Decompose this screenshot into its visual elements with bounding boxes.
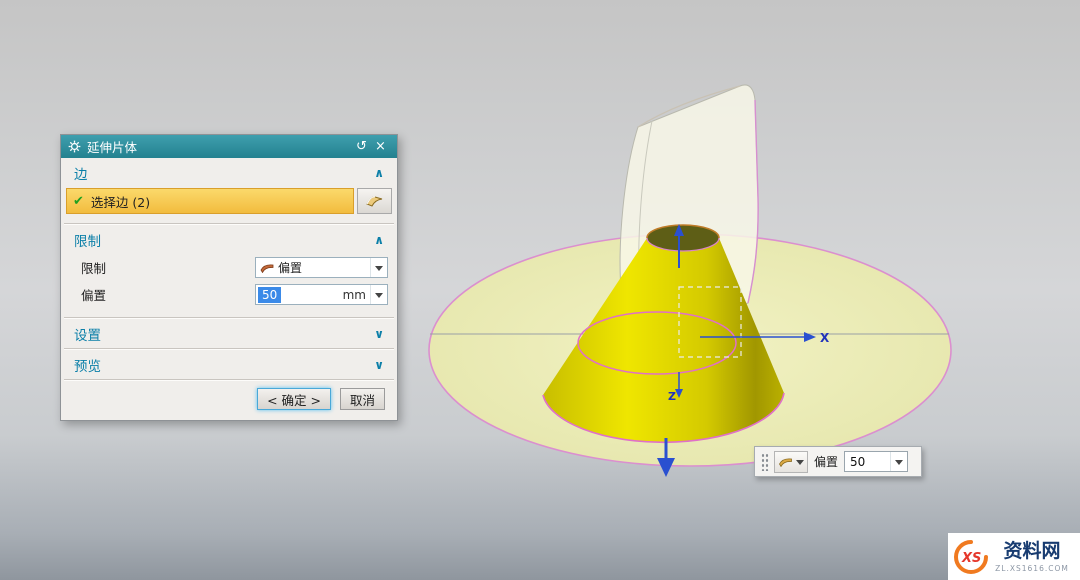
close-icon[interactable]: × [371, 135, 390, 158]
offset-value[interactable]: 50 [258, 287, 281, 303]
offset-input[interactable]: 50 mm [255, 284, 388, 305]
sheet-icon [778, 456, 793, 467]
mini-offset-input[interactable]: 50 [844, 451, 908, 472]
cancel-button[interactable]: 取消 [340, 388, 385, 410]
dialog-titlebar[interactable]: 延伸片体 ↺ × [61, 135, 397, 158]
edge-selection-field[interactable]: ✔ 选择边 (2) [66, 188, 354, 214]
offset-row: 偏置 50 mm [61, 281, 397, 308]
ok-button[interactable]: < 确定 > [257, 388, 331, 410]
offset-unit: mm [343, 288, 370, 302]
chevron-up-icon[interactable]: ∧ [374, 233, 384, 247]
chevron-down-icon[interactable] [370, 258, 387, 277]
offset-type-mini-dropdown[interactable] [774, 451, 808, 473]
dialog-buttons: < 确定 > 取消 [61, 381, 397, 420]
offset-label: 偏置 [81, 285, 255, 304]
section-edge[interactable]: 边 ∧ [61, 158, 397, 187]
edge-selection-label: 选择边 (2) [91, 192, 150, 211]
chevron-down-icon[interactable] [370, 285, 387, 304]
dialog-title: 延伸片体 [87, 137, 352, 156]
application-window: X Z 延伸片体 ↺ × [0, 0, 1080, 580]
edge-select-button[interactable] [357, 188, 392, 214]
reset-icon[interactable]: ↺ [352, 135, 371, 158]
sheet-select-icon [365, 194, 384, 208]
section-settings[interactable]: 设置 ∨ [61, 319, 397, 348]
chevron-down-icon[interactable]: ∨ [374, 327, 384, 341]
watermark-url: ZL.XS1616.COM [995, 564, 1069, 573]
mini-offset-label: 偏置 [814, 453, 838, 470]
section-limit-label: 限制 [74, 230, 101, 250]
x-axis-label: X [820, 331, 830, 345]
z-axis-label: Z [668, 390, 676, 403]
xs-logo-icon: XS [953, 539, 989, 575]
section-limit[interactable]: 限制 ∧ [61, 225, 397, 254]
watermark-brand: 资料网 [1003, 540, 1060, 562]
section-preview-label: 预览 [74, 355, 101, 375]
drag-grip-handle[interactable] [761, 453, 769, 471]
offset-type-icon [260, 262, 274, 273]
section-settings-label: 设置 [74, 324, 101, 344]
onscreen-offset-toolbar[interactable]: 偏置 50 [754, 446, 922, 477]
section-edge-label: 边 [74, 163, 88, 183]
limit-type-value: 偏置 [278, 259, 370, 276]
chevron-up-icon[interactable]: ∧ [374, 166, 384, 180]
section-preview[interactable]: 预览 ∨ [61, 350, 397, 379]
mini-offset-value[interactable]: 50 [845, 455, 890, 469]
svg-text:XS: XS [961, 551, 981, 566]
chevron-down-icon [796, 460, 804, 469]
limit-label: 限制 [81, 258, 255, 277]
limit-type-dropdown[interactable]: 偏置 [255, 257, 388, 278]
gear-icon [68, 140, 81, 153]
watermark-panel: XS 资料网 ZL.XS1616.COM [948, 533, 1080, 580]
chevron-down-icon[interactable]: ∨ [374, 358, 384, 372]
check-icon: ✔ [73, 194, 84, 209]
extend-sheet-dialog: 延伸片体 ↺ × 边 ∧ ✔ 选择边 (2) [60, 134, 398, 421]
limit-row: 限制 偏置 [61, 254, 397, 281]
chevron-down-icon[interactable] [890, 452, 907, 471]
